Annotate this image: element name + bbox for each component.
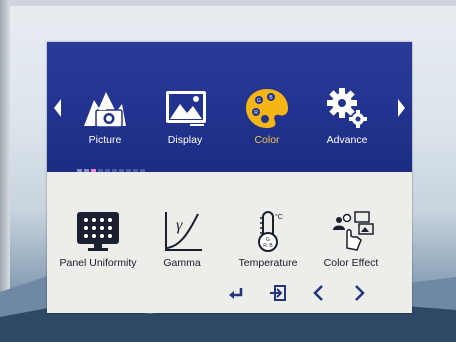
exit-icon[interactable] [269, 284, 287, 302]
left-icon[interactable] [310, 284, 328, 302]
tab-display-label: Display [167, 134, 203, 146]
previous-arrow-icon[interactable] [54, 99, 61, 117]
page-indicator [77, 161, 147, 174]
tab-color-label: Color [254, 134, 280, 146]
gamma-curve-icon: γ [165, 212, 202, 251]
photo-top-edge [0, 0, 456, 6]
main-menu-bar: Picture Display G B R Color Advance [47, 42, 412, 174]
color-effect-label: Color Effect [323, 257, 379, 269]
temperature-label: Temperature [238, 257, 298, 269]
right-icon[interactable] [350, 284, 368, 302]
color-palette-icon: G B R [246, 89, 288, 128]
tab-advance-label: Advance [326, 134, 368, 146]
gamma-label: Gamma [163, 257, 201, 269]
tab-color[interactable]: G B R Color [232, 86, 302, 154]
svg-text:R: R [254, 110, 258, 116]
svg-text:γ: γ [176, 217, 183, 234]
tab-picture-label: Picture [88, 134, 122, 146]
svg-text:G: G [257, 98, 261, 104]
tab-picture[interactable]: Picture [70, 86, 140, 154]
panel-uniformity-label: Panel Uniformity [59, 257, 137, 269]
color-effect-icon [333, 211, 374, 251]
panel-uniformity-item[interactable]: Panel Uniformity [52, 210, 144, 270]
temperature-unit: °C [275, 213, 283, 221]
panel-uniformity-icon [77, 212, 119, 251]
enter-icon[interactable] [227, 284, 245, 302]
temperature-item[interactable]: G R B °C Temperature [222, 210, 314, 270]
gamma-item[interactable]: γ Gamma [136, 210, 228, 270]
display-image-icon [166, 91, 206, 126]
tab-advance[interactable]: Advance [312, 86, 382, 154]
advance-gears-icon [327, 88, 367, 128]
svg-text:R: R [263, 243, 267, 249]
thermometer-icon: G R B °C [258, 211, 283, 252]
tab-display[interactable]: Display [150, 86, 220, 154]
picture-camera-icon [84, 92, 126, 128]
osd-menu: Picture Display G B R Color Advance Pane… [47, 42, 412, 313]
next-arrow-icon[interactable] [398, 99, 405, 117]
color-effect-item[interactable]: Color Effect [305, 210, 397, 270]
